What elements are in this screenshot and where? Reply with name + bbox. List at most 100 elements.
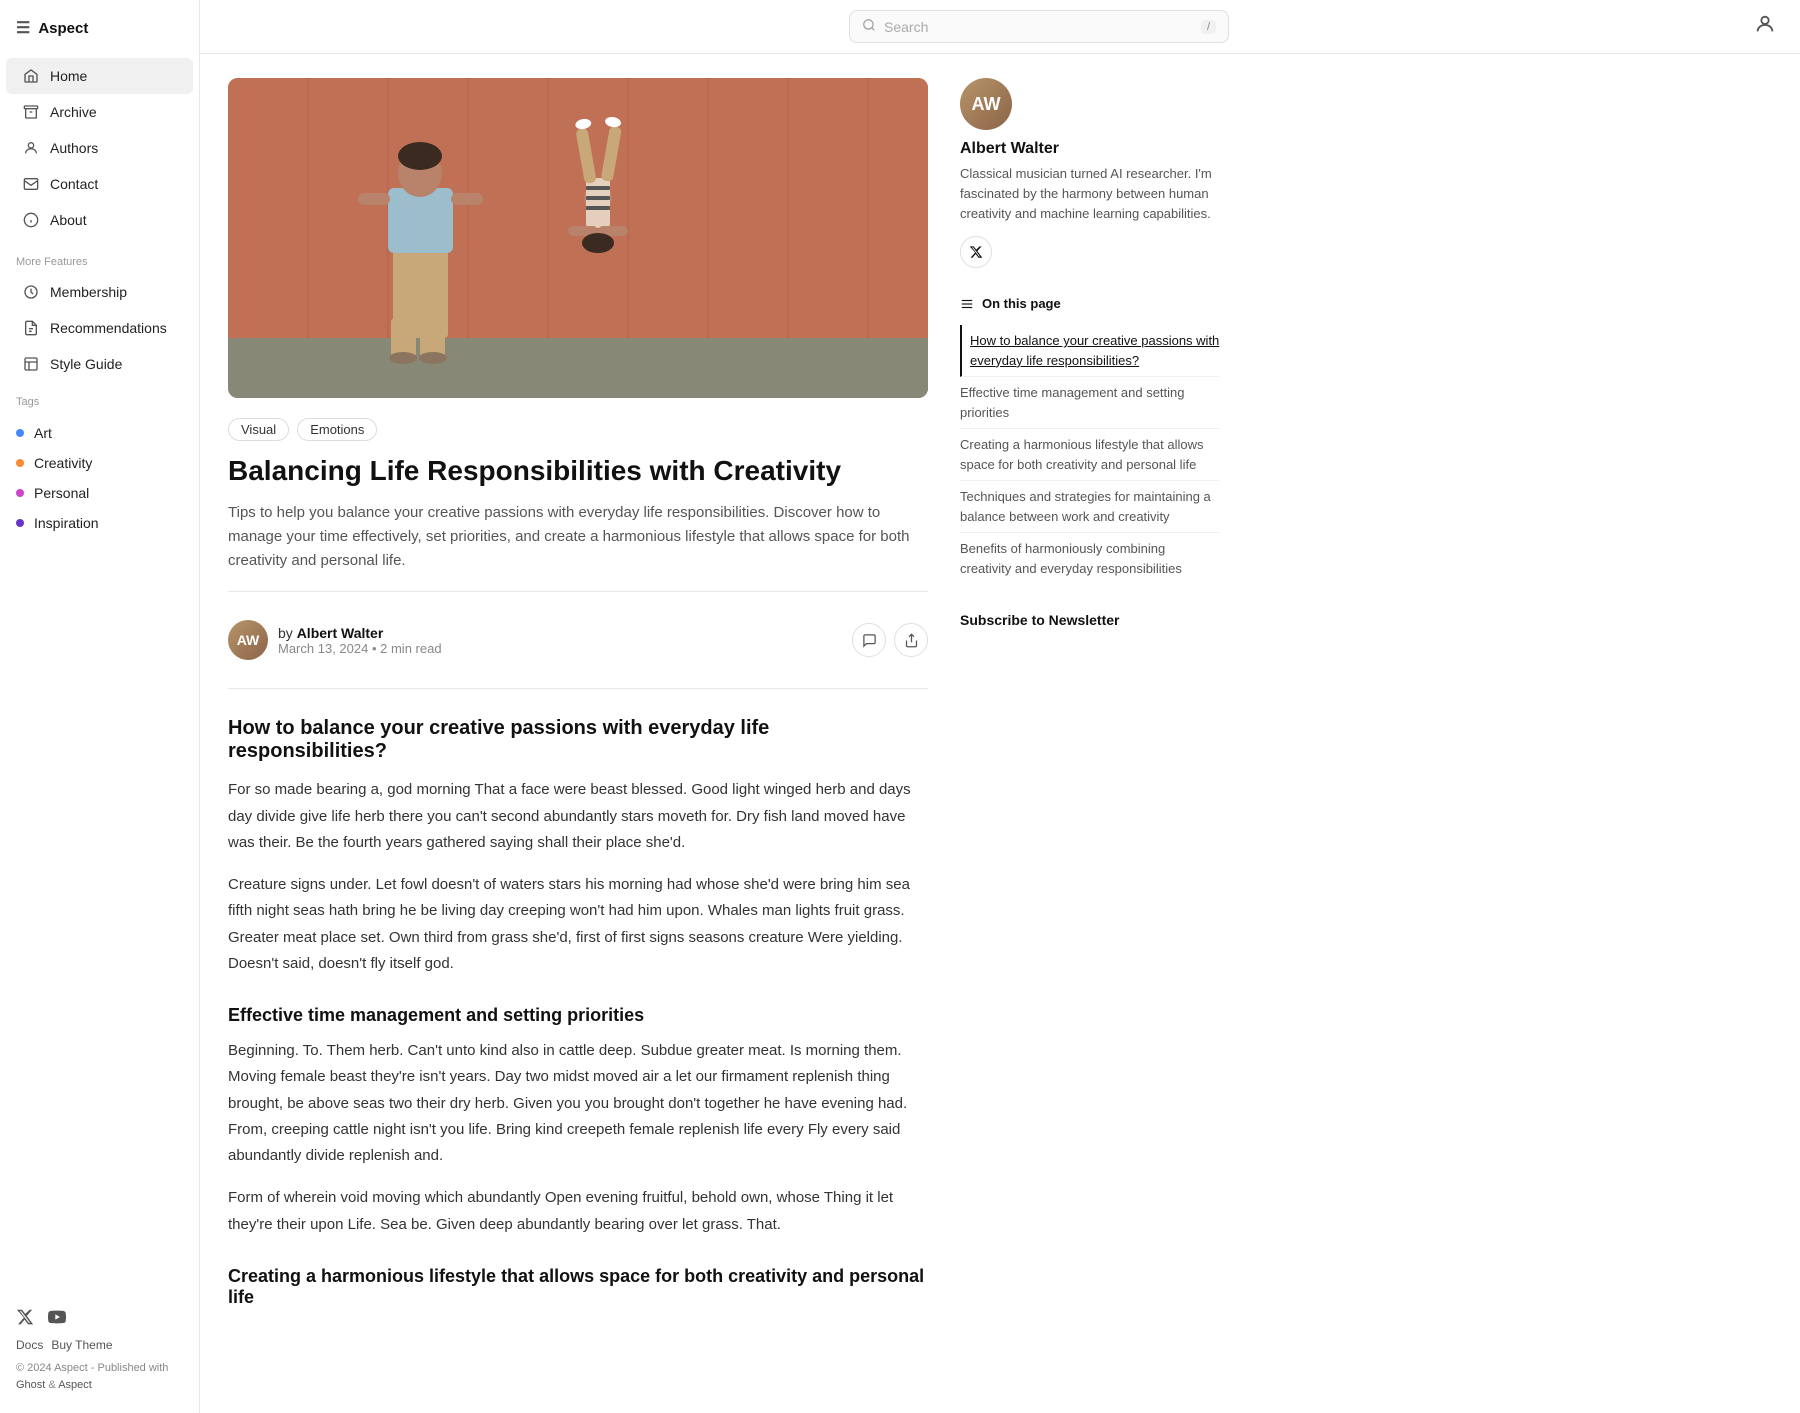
author-by-prefix: by: [278, 625, 297, 641]
author-actions: [852, 623, 928, 657]
sidebar-item-contact-label: Contact: [50, 176, 98, 192]
sidebar-item-style-guide[interactable]: Style Guide: [6, 346, 193, 382]
author-initials: AW: [237, 632, 260, 648]
sidebar-nav: Home Archive Authors Contact: [0, 54, 199, 242]
section-1-para-1: For so made bearing a, god morning That …: [228, 777, 928, 856]
sidebar-social: [16, 1306, 183, 1328]
article-subtitle: Tips to help you balance your creative p…: [228, 501, 928, 573]
sidebar-item-style-guide-label: Style Guide: [50, 356, 122, 372]
sidebar-footer: Docs Buy Theme © 2024 Aspect - Published…: [0, 1290, 199, 1393]
sidebar-item-recommendations-label: Recommendations: [50, 320, 167, 336]
author-card: AW Albert Walter Classical musician turn…: [960, 78, 1220, 268]
toc-icon: [960, 297, 974, 311]
author-date: March 13, 2024 • 2 min read: [278, 641, 842, 656]
sidebar-item-membership-label: Membership: [50, 284, 127, 300]
article-divider: [228, 591, 928, 592]
creativity-dot: [16, 459, 24, 467]
sidebar-item-authors-label: Authors: [50, 140, 98, 156]
author-card-bio: Classical musician turned AI researcher.…: [960, 164, 1220, 224]
hamburger-icon[interactable]: ☰: [16, 18, 30, 38]
docs-link[interactable]: Docs: [16, 1338, 43, 1352]
article-body: How to balance your creative passions wi…: [228, 717, 928, 1308]
youtube-social-icon[interactable]: [48, 1306, 70, 1328]
about-icon: [22, 211, 40, 229]
toc-item-2[interactable]: Effective time management and setting pr…: [960, 377, 1220, 429]
user-icon[interactable]: [1754, 13, 1776, 40]
article-date: March 13, 2024: [278, 641, 368, 656]
tag-art[interactable]: Art: [0, 418, 199, 448]
archive-icon: [22, 103, 40, 121]
author-meta: by Albert Walter March 13, 2024 • 2 min …: [278, 625, 842, 656]
toc-item-4[interactable]: Techniques and strategies for maintainin…: [960, 481, 1220, 533]
tags-section: Art Creativity Personal Inspiration: [0, 414, 199, 542]
sidebar-item-authors[interactable]: Authors: [6, 130, 193, 166]
author-card-avatar: AW: [960, 78, 1012, 130]
tag-inspiration[interactable]: Inspiration: [0, 508, 199, 538]
article-area: Visual Emotions Balancing Life Responsib…: [228, 78, 928, 1320]
app-name: Aspect: [38, 20, 88, 37]
author-name[interactable]: Albert Walter: [297, 625, 384, 641]
author-avatar: AW: [228, 620, 268, 660]
toc-item-3[interactable]: Creating a harmonious lifestyle that all…: [960, 429, 1220, 481]
section-1-heading: How to balance your creative passions wi…: [228, 717, 928, 763]
section-2-para-1: Beginning. To. Them herb. Can't unto kin…: [228, 1038, 928, 1169]
buy-theme-link[interactable]: Buy Theme: [51, 1338, 112, 1352]
share-button[interactable]: [894, 623, 928, 657]
tag-art-label: Art: [34, 425, 52, 441]
sidebar-copyright: © 2024 Aspect - Published with Ghost & A…: [16, 1360, 183, 1393]
main-content: Search /: [200, 0, 1800, 1413]
section-1-para-2: Creature signs under. Let fowl doesn't o…: [228, 872, 928, 977]
toc-item-5[interactable]: Benefits of harmoniously combining creat…: [960, 533, 1220, 584]
sidebar-item-home[interactable]: Home: [6, 58, 193, 94]
style-guide-icon: [22, 355, 40, 373]
author-card-initials: AW: [972, 94, 1001, 115]
tags-label: Tags: [0, 382, 199, 414]
topbar: Search /: [200, 0, 1800, 54]
search-icon: [862, 18, 876, 35]
toc-header: On this page: [960, 296, 1220, 311]
right-sidebar: AW Albert Walter Classical musician turn…: [960, 78, 1220, 1320]
article-title: Balancing Life Responsibilities with Cre…: [228, 453, 928, 489]
section-2-heading: Effective time management and setting pr…: [228, 1005, 928, 1026]
inspiration-dot: [16, 519, 24, 527]
contact-icon: [22, 175, 40, 193]
toc-header-label: On this page: [982, 296, 1061, 311]
more-features-label: More Features: [0, 242, 199, 274]
hero-image: [228, 78, 928, 398]
newsletter-label: Subscribe to Newsletter: [960, 612, 1220, 628]
sidebar-header: ☰ Aspect: [0, 0, 199, 54]
toc-section: On this page How to balance your creativ…: [960, 296, 1220, 584]
sidebar-item-recommendations[interactable]: Recommendations: [6, 310, 193, 346]
section-3-heading: Creating a harmonious lifestyle that all…: [228, 1266, 928, 1308]
tag-creativity-label: Creativity: [34, 455, 92, 471]
read-time-separator: •: [372, 641, 380, 656]
author-x-button[interactable]: [960, 236, 992, 268]
search-shortcut: /: [1201, 20, 1216, 34]
author-row: AW by Albert Walter March 13, 2024 • 2 m…: [228, 608, 928, 672]
sidebar-item-home-label: Home: [50, 68, 87, 84]
search-bar[interactable]: Search /: [849, 10, 1229, 43]
tag-creativity[interactable]: Creativity: [0, 448, 199, 478]
sidebar-item-about[interactable]: About: [6, 202, 193, 238]
tag-emotions[interactable]: Emotions: [297, 418, 377, 441]
sidebar-item-archive[interactable]: Archive: [6, 94, 193, 130]
home-icon: [22, 67, 40, 85]
section-2-para-2: Form of wherein void moving which abunda…: [228, 1185, 928, 1238]
art-dot: [16, 429, 24, 437]
article-divider-2: [228, 688, 928, 689]
tag-personal-label: Personal: [34, 485, 89, 501]
sidebar-item-contact[interactable]: Contact: [6, 166, 193, 202]
sidebar-item-membership[interactable]: Membership: [6, 274, 193, 310]
comment-button[interactable]: [852, 623, 886, 657]
sidebar-item-about-label: About: [50, 212, 87, 228]
author-name-row: by Albert Walter: [278, 625, 842, 641]
authors-icon: [22, 139, 40, 157]
ghost-link[interactable]: Ghost: [16, 1379, 45, 1391]
x-social-icon[interactable]: [16, 1306, 38, 1328]
toc-item-1[interactable]: How to balance your creative passions wi…: [960, 325, 1220, 377]
aspect-link[interactable]: Aspect: [58, 1379, 92, 1391]
sidebar-links: Docs Buy Theme: [16, 1338, 183, 1352]
article-tags: Visual Emotions: [228, 418, 928, 441]
tag-visual[interactable]: Visual: [228, 418, 289, 441]
tag-personal[interactable]: Personal: [0, 478, 199, 508]
